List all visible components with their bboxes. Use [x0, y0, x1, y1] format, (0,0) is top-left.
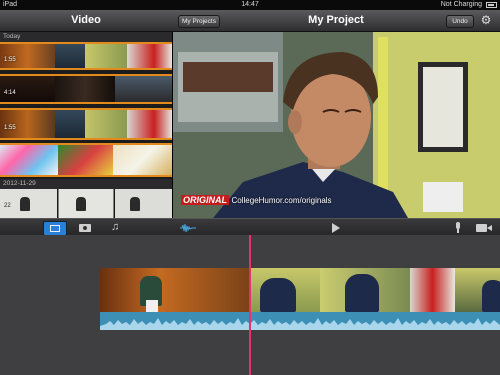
clip-row[interactable]: 1:55 [0, 42, 172, 70]
clip-thumbnail [58, 145, 113, 175]
play-icon[interactable] [332, 223, 340, 233]
timeline-frame [410, 268, 455, 312]
record-video-icon[interactable] [476, 223, 492, 232]
podium [146, 300, 158, 312]
clip-thumbnail [55, 110, 85, 138]
charging-status: Not Charging [440, 1, 482, 8]
person-thumbnail [20, 197, 30, 211]
clip-thumbnail [0, 44, 55, 68]
person-thumbnail [130, 197, 140, 211]
battery-icon [486, 2, 497, 8]
media-browser: Today 1:55 4:14 1:55 2012-11-29 22 [0, 32, 173, 218]
person-figure [260, 278, 296, 312]
clip-row[interactable] [0, 143, 172, 177]
date-header-today: Today [0, 32, 172, 42]
clip-thumbnail [85, 110, 127, 138]
video-viewer[interactable]: ORIGINAL CollegeHumor.com/originals [173, 32, 500, 218]
microphone-icon[interactable] [455, 222, 461, 233]
video-frame [173, 32, 500, 218]
waveform-graphic [100, 318, 500, 330]
clock: 14:47 [241, 1, 259, 8]
my-projects-button[interactable]: My Projects [178, 15, 220, 28]
audio-waveform-icon[interactable] [180, 223, 196, 233]
clip-row[interactable]: 4:14 [0, 74, 172, 104]
clip-thumbnail [0, 145, 58, 175]
photo-tab[interactable] [79, 223, 91, 232]
clip-duration: 22 [4, 203, 11, 209]
date-header: 2012-11-29 [0, 179, 172, 189]
clip-thumbnail [0, 76, 55, 102]
timeline-frame [100, 268, 250, 312]
clip-thumbnail [127, 110, 172, 138]
clip-duration: 1:55 [4, 125, 16, 131]
gear-icon[interactable]: ⚙ [479, 13, 493, 27]
toolbar: ♫ [0, 218, 500, 236]
music-tab[interactable]: ♫ [111, 221, 123, 234]
clip-row[interactable]: 22 [0, 189, 172, 218]
clip-row[interactable]: 1:55 [0, 108, 172, 140]
watermark-url: CollegeHumor.com/originals [231, 196, 332, 205]
clip-thumbnail [113, 145, 172, 175]
clip-thumbnail [55, 44, 85, 68]
clip-duration: 4:14 [4, 90, 16, 96]
music-note-icon: ♫ [111, 221, 120, 233]
playhead[interactable] [249, 235, 251, 375]
clip-thumbnail [127, 44, 172, 68]
clip-thumbnail [85, 44, 127, 68]
audio-waveform[interactable] [100, 312, 500, 330]
person-figure [345, 274, 379, 312]
clip-thumbnail [115, 76, 172, 102]
browser-title: Video [71, 14, 101, 26]
clip-thumbnail [0, 110, 55, 138]
clip-thumbnail [55, 76, 115, 102]
person-figure [482, 280, 500, 312]
watermark-brand: ORIGINAL [181, 195, 229, 205]
timeline-clip[interactable] [100, 268, 500, 312]
watermark: ORIGINAL CollegeHumor.com/originals [181, 194, 332, 206]
person-thumbnail [76, 197, 86, 211]
video-tab[interactable] [43, 221, 67, 236]
video-icon [50, 225, 60, 232]
header-bar: Video My Project My Projects Undo ⚙ [0, 10, 500, 32]
status-bar: iPad 14:47 Not Charging [0, 0, 500, 10]
undo-button[interactable]: Undo [446, 15, 474, 28]
clip-duration: 1:55 [4, 57, 16, 63]
